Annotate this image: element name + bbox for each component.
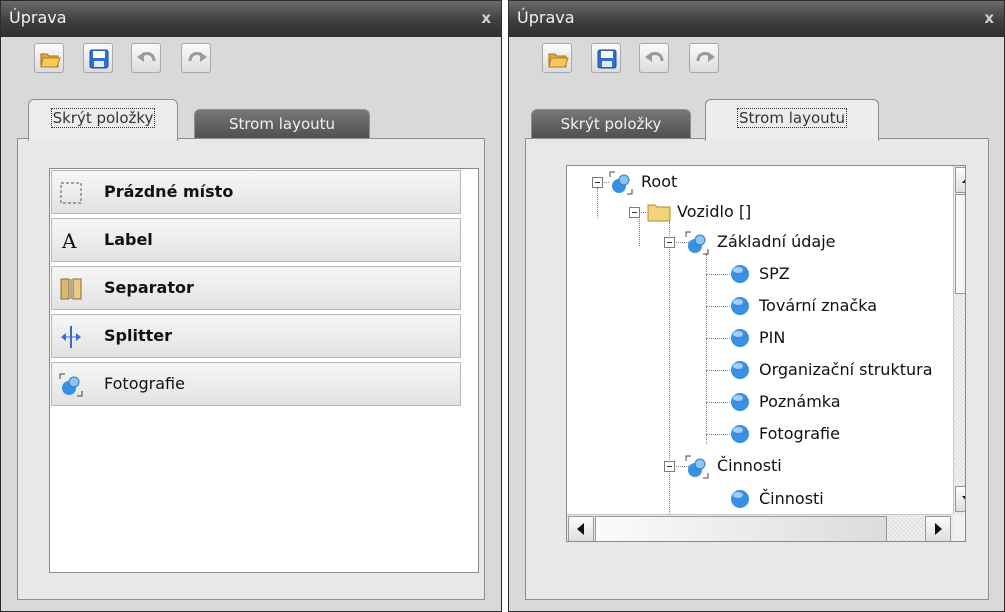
vozidlo-expander[interactable] xyxy=(629,207,640,218)
empty-space-icon xyxy=(60,182,82,204)
blue-dot-icon xyxy=(731,329,749,347)
panel-title: Úprava xyxy=(517,8,575,27)
list-item-label[interactable]: A Label xyxy=(51,218,461,262)
open-folder-icon xyxy=(40,53,61,68)
vertical-scrollbar[interactable] xyxy=(953,166,965,514)
tree-node-cinnosti[interactable]: Činnosti xyxy=(685,451,945,481)
undo-button[interactable] xyxy=(639,43,669,73)
blue-dot-icon xyxy=(731,425,749,443)
save-icon xyxy=(89,49,109,69)
root-expander[interactable] xyxy=(592,177,603,188)
redo-button[interactable] xyxy=(689,43,719,73)
tab-strom-layoutu[interactable]: Strom layoutu xyxy=(194,109,370,139)
close-button[interactable]: x xyxy=(984,1,994,35)
blue-dot-icon xyxy=(731,393,749,411)
photo-group-icon xyxy=(59,373,83,397)
svg-text:A: A xyxy=(61,229,77,253)
list-item-fotografie[interactable]: Fotografie xyxy=(51,362,461,406)
tree-node-pin[interactable]: PIN xyxy=(729,323,949,353)
right-edit-panel: Úprava x Skrýt položky Strom layoutu Roo… xyxy=(508,0,1005,612)
open-folder-icon xyxy=(548,53,569,68)
save-icon xyxy=(597,49,617,69)
tree-node-cinnosti-child[interactable]: Činnosti xyxy=(729,484,949,514)
close-button[interactable]: x xyxy=(481,1,491,35)
save-button[interactable] xyxy=(591,43,621,73)
tab-page: Root Vozidlo [] Základní údaje SPZ Továr… xyxy=(525,138,989,600)
cinnosti-expander[interactable] xyxy=(664,461,675,472)
tab-strom-layoutu[interactable]: Strom layoutu xyxy=(705,99,879,141)
tab-skryt-polozky[interactable]: Skrýt položky xyxy=(531,109,691,139)
left-edit-panel: Úprava x Skrýt položky Strom layoutu Prá… xyxy=(0,0,502,612)
undo-icon xyxy=(137,52,156,62)
arrow-up-icon xyxy=(962,179,965,183)
blue-dot-icon xyxy=(731,265,749,283)
blue-dot-icon xyxy=(731,361,749,379)
photo-group-icon xyxy=(685,231,709,255)
open-button[interactable] xyxy=(34,43,64,73)
tree-node-spz[interactable]: SPZ xyxy=(729,259,949,289)
scroll-right-button[interactable] xyxy=(925,516,951,541)
blue-dot-icon xyxy=(731,490,749,508)
scrollbar-corner xyxy=(953,514,965,541)
tab-skryt-polozky[interactable]: Skrýt položky xyxy=(28,99,178,141)
horizontal-scrollbar[interactable] xyxy=(567,514,953,541)
list-item-splitter[interactable]: Splitter xyxy=(51,314,461,358)
list-item-separator[interactable]: Separator xyxy=(51,266,461,310)
undo-icon xyxy=(645,52,664,62)
label-icon: A xyxy=(61,229,77,253)
scroll-down-button[interactable] xyxy=(955,486,965,512)
tab-page: Prázdné místo A Label Separator Splitter… xyxy=(17,138,485,600)
arrow-left-icon xyxy=(577,523,584,535)
tree-node-poznamka[interactable]: Poznámka xyxy=(729,387,949,417)
splitter-icon xyxy=(61,326,81,348)
zakladni-udaje-expander[interactable] xyxy=(664,237,675,248)
redo-button[interactable] xyxy=(181,43,211,73)
items-list[interactable]: Prázdné místo A Label Separator Splitter… xyxy=(49,168,479,573)
scroll-up-button[interactable] xyxy=(955,167,965,193)
tree-node-organizacni-struktura[interactable]: Organizační struktura xyxy=(729,355,949,385)
list-item-prazdne-misto[interactable]: Prázdné místo xyxy=(51,170,461,214)
folder-icon xyxy=(647,204,671,222)
panel-title: Úprava xyxy=(9,8,67,27)
blue-dot-icon xyxy=(731,297,749,315)
tree-node-zakladni-udaje[interactable]: Základní údaje xyxy=(685,227,945,257)
save-button[interactable] xyxy=(83,43,113,73)
separator-icon xyxy=(60,278,82,300)
undo-button[interactable] xyxy=(131,43,161,73)
scroll-left-button[interactable] xyxy=(568,516,594,541)
panel-title-bar: Úprava x xyxy=(1,1,501,37)
photo-group-icon xyxy=(609,171,633,195)
tree-node-root[interactable]: Root xyxy=(609,167,809,197)
redo-icon xyxy=(188,52,207,62)
arrow-down-icon xyxy=(962,496,965,500)
arrow-right-icon xyxy=(935,523,942,535)
layout-tree[interactable]: Root Vozidlo [] Základní údaje SPZ Továr… xyxy=(566,165,966,542)
tree-node-tovarni-znacka[interactable]: Tovární značka xyxy=(729,291,949,321)
open-button[interactable] xyxy=(542,43,572,73)
panel-title-bar: Úprava x xyxy=(509,1,1004,37)
tree-node-fotografie[interactable]: Fotografie xyxy=(729,419,949,449)
redo-icon xyxy=(696,52,715,62)
tree-node-vozidlo[interactable]: Vozidlo [] xyxy=(647,197,867,227)
photo-group-icon xyxy=(685,455,709,479)
horizontal-scroll-thumb[interactable] xyxy=(595,516,887,541)
vertical-scroll-thumb[interactable] xyxy=(955,194,965,294)
